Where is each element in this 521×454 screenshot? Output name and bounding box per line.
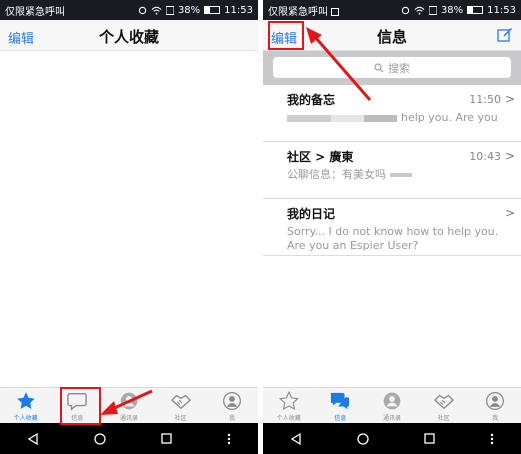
home-icon[interactable] [357,432,369,445]
tab-me[interactable]: 我 [206,388,258,423]
recents-icon[interactable] [161,433,172,444]
more-vertical-icon[interactable] [490,433,494,445]
tab-favorites[interactable]: 个人收藏 [263,388,315,423]
back-icon[interactable] [290,432,302,445]
battery-icon [467,6,484,14]
handshake-icon [433,394,454,409]
more-vertical-icon[interactable] [227,433,231,445]
battery-icon [204,6,221,14]
conversation-preview: Sorry... I do not know how to help you. … [287,225,499,252]
search-input[interactable]: 搜索 [273,57,511,78]
chevron-right-icon: > [504,206,515,220]
search-area: 搜索 [263,51,521,85]
status-bar: 仅限紧急呼叫 38% 11:53 [263,0,521,20]
tab-bar: 个人收藏 信息 通讯录 社区 我 [263,387,521,423]
list-item[interactable]: 社区 > 廣東 10:43 > 公聊信息：有美女吗 [263,142,521,199]
nav-bar: 编辑 个人收藏 [0,20,258,51]
clock: 11:53 [487,4,516,16]
conversation-name: 我的日记 [287,207,336,221]
battery-percent: 38% [177,4,201,16]
tab-favorites[interactable]: 个人收藏 [0,388,52,423]
message-list: 我的备忘 11:50 > help you. Are you 社区 > 廣東 1… [263,85,521,256]
search-placeholder: 搜索 [388,61,410,75]
conversation-time: 11:50 [469,93,501,106]
carrier-label: 仅限紧急呼叫 [5,6,65,18]
tab-contacts[interactable]: 通讯录 [366,388,418,423]
chevron-right-icon: > [504,149,515,163]
signal-icon [428,5,437,15]
rotation-lock-icon [401,6,410,14]
page-title: 个人收藏 [98,28,159,46]
carrier-label: 仅限紧急呼叫 [268,3,401,18]
handshake-icon [170,394,191,409]
status-bar: 仅限紧急呼叫 38% 11:53 [0,0,258,20]
list-item[interactable]: 我的日记 > Sorry... I do not know how to hel… [263,199,521,256]
signal-icon [165,5,174,15]
conversation-preview: 公聊信息：有美女吗 [287,168,386,181]
wifi-icon [151,6,162,15]
battery-percent: 38% [440,4,464,16]
search-icon [374,62,384,72]
redacted-text [390,173,412,177]
person-icon [223,392,242,410]
contacts-icon [383,392,401,410]
tab-me[interactable]: 我 [469,388,521,423]
tab-community[interactable]: 社区 [418,388,470,423]
tab-bar: 个人收藏 信息 通讯录 社区 我 [0,387,258,423]
chat-bubble-icon [331,392,350,410]
android-navigation-bar [0,423,258,454]
recents-icon[interactable] [424,433,435,444]
tab-community[interactable]: 社区 [155,388,207,423]
tab-messages[interactable]: 信息 [315,388,367,423]
phone-screen-favorites: 仅限紧急呼叫 38% 11:53 编辑 个人收藏 个人收藏 信息 通讯录 社区 [0,0,258,454]
home-icon[interactable] [94,432,106,445]
person-icon [486,392,505,410]
back-icon[interactable] [27,432,39,445]
conversation-preview: help you. Are you [401,111,498,124]
chevron-right-icon: > [504,92,515,106]
redacted-text [287,114,397,122]
android-navigation-bar [263,423,521,454]
sim-icon [331,7,340,16]
contacts-icon [120,392,138,410]
compose-icon[interactable] [497,27,513,43]
rotation-lock-icon [138,6,147,14]
phone-screen-messages: 仅限紧急呼叫 38% 11:53 编辑 信息 搜索 我的备忘 11:50 > h… [263,0,521,454]
star-icon [17,392,35,409]
star-icon [278,391,299,410]
clock: 11:53 [224,4,253,16]
tab-contacts[interactable]: 通讯录 [103,388,155,423]
wifi-icon [414,6,425,15]
list-item[interactable]: 我的备忘 11:50 > help you. Are you [263,85,521,142]
highlight-edit-button [268,21,304,50]
conversation-time: 10:43 [469,150,501,163]
highlight-messages-tab [60,387,101,425]
